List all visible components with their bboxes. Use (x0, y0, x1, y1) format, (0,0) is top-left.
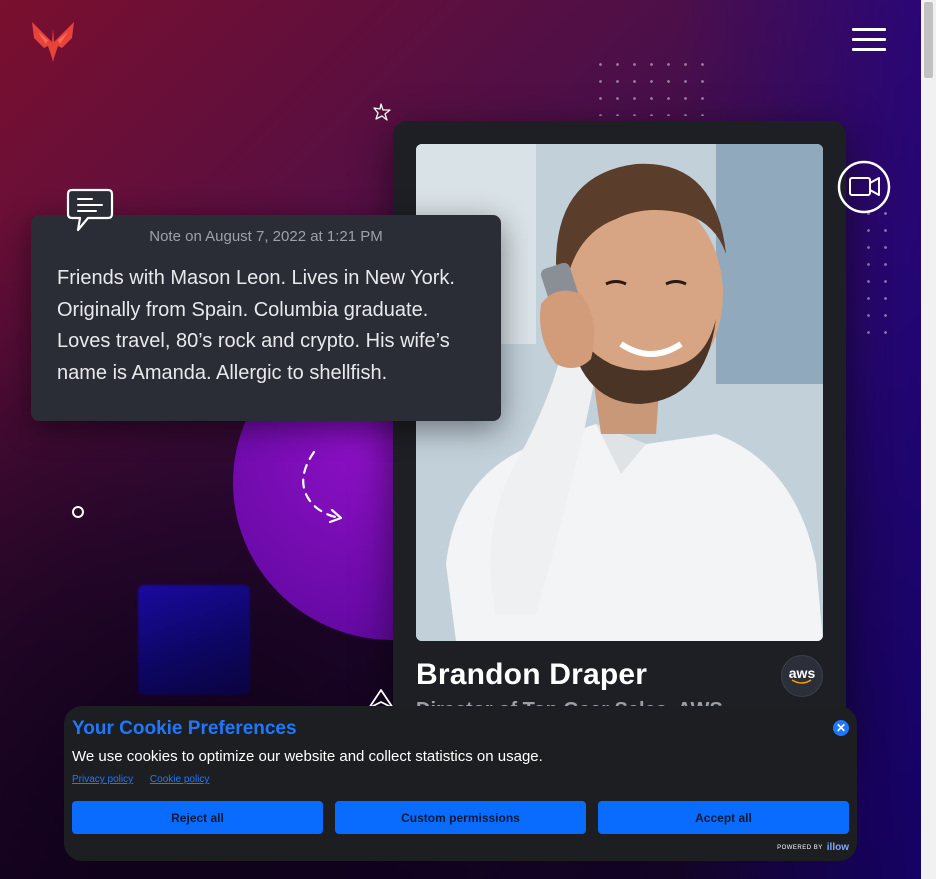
powered-by-label: POWERED BY (777, 844, 823, 851)
decorative-ring-icon (72, 506, 84, 518)
cookie-description: We use cookies to optimize our website a… (72, 748, 543, 765)
star-icon (373, 103, 391, 121)
cookie-close-button[interactable]: ✕ (833, 720, 849, 736)
profile-name: Brandon Draper (416, 658, 648, 691)
cookie-policy-link[interactable]: Cookie policy (150, 774, 209, 785)
cookie-title: Your Cookie Preferences (72, 718, 297, 739)
aws-badge: aws (781, 655, 823, 697)
note-card: Note on August 7, 2022 at 1:21 PM Friend… (31, 215, 501, 421)
reject-all-button[interactable]: Reject all (72, 801, 323, 834)
accept-all-button[interactable]: Accept all (598, 801, 849, 834)
video-call-icon (837, 160, 891, 214)
cookie-banner: Your Cookie Preferences ✕ We use cookies… (64, 706, 857, 861)
menu-bar-icon (852, 28, 886, 31)
chat-note-icon (66, 188, 114, 232)
menu-bar-icon (852, 48, 886, 51)
page-scrollbar[interactable] (921, 0, 936, 879)
privacy-policy-link[interactable]: Privacy policy (72, 774, 133, 785)
menu-bar-icon (852, 38, 886, 41)
powered-by: POWERED BY illow (777, 842, 849, 853)
custom-permissions-button[interactable]: Custom permissions (335, 801, 586, 834)
menu-hamburger-button[interactable] (852, 28, 886, 52)
brand-logo-icon[interactable] (30, 18, 76, 62)
cookie-links: Privacy policy Cookie policy (72, 774, 223, 785)
note-body: Friends with Mason Leon. Lives in New Yo… (57, 267, 455, 384)
decorative-dot-grid (860, 205, 900, 345)
aws-smile-icon (791, 679, 812, 684)
scrollbar-thumb[interactable] (924, 2, 933, 78)
aws-badge-label: aws (788, 665, 816, 681)
powered-by-brand: illow (826, 842, 849, 853)
decorative-blue-square (138, 585, 250, 695)
decorative-dot-grid (592, 56, 712, 116)
dashed-arrow-icon (302, 450, 343, 524)
